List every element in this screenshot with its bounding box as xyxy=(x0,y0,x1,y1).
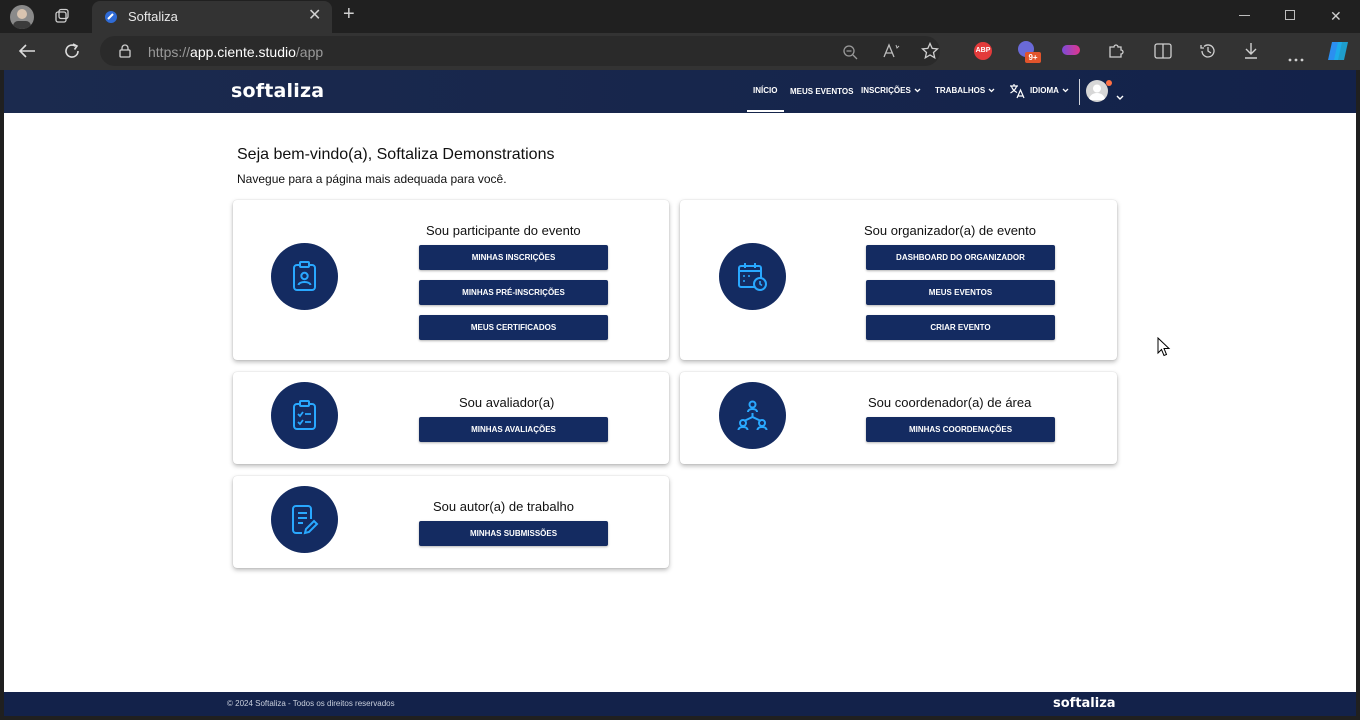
footer-brand-logo: softaliza xyxy=(1053,696,1116,711)
workspaces-icon[interactable] xyxy=(54,8,70,29)
nav-inicio[interactable]: INÍCIO xyxy=(753,86,777,95)
tab-title: Softaliza xyxy=(128,9,178,24)
card-coordenador: Sou coordenador(a) de área MINHAS COORDE… xyxy=(680,372,1117,464)
read-aloud-icon[interactable] xyxy=(883,43,901,64)
card-organizador: Sou organizador(a) de evento DASHBOARD D… xyxy=(680,200,1117,360)
window-close-icon[interactable]: ✕ xyxy=(1330,8,1342,24)
url-host: app.ciente.studio xyxy=(190,44,296,60)
card-organizador-title: Sou organizador(a) de evento xyxy=(864,223,1037,238)
toggle-extension-icon[interactable] xyxy=(1062,45,1080,55)
card-avaliador-title: Sou avaliador(a) xyxy=(459,395,555,410)
downloads-icon[interactable] xyxy=(1243,42,1259,65)
minhas-submissoes-button[interactable]: MINHAS SUBMISSÕES xyxy=(419,521,608,546)
adblock-label: ABP xyxy=(975,47,991,54)
minhas-coordenacoes-button[interactable]: MINHAS COORDENAÇÕES xyxy=(866,417,1055,442)
split-screen-icon[interactable] xyxy=(1154,43,1172,64)
nav-meus-eventos[interactable]: MEUS EVENTOS xyxy=(790,87,853,96)
document-edit-icon xyxy=(271,486,338,553)
nav-inscricoes[interactable]: INSCRIÇÕES xyxy=(861,86,921,95)
app-footer: © 2024 Softaliza - Todos os direitos res… xyxy=(4,692,1356,716)
mouse-cursor-icon xyxy=(1157,336,1171,362)
extension-badge: 9+ xyxy=(1025,52,1041,63)
active-tab[interactable]: Softaliza ✕ xyxy=(92,1,332,33)
chevron-down-icon xyxy=(914,88,921,93)
extension-badge-text: 9+ xyxy=(1028,53,1038,62)
nav-idioma-label: IDIOMA xyxy=(1030,86,1059,95)
brand-logo[interactable]: softaliza xyxy=(231,80,324,102)
favorite-star-icon[interactable] xyxy=(920,41,940,65)
profile-avatar[interactable] xyxy=(10,5,34,29)
welcome-subtitle: Navegue para a página mais adequada para… xyxy=(237,172,507,186)
footer-copyright: © 2024 Softaliza - Todos os direitos res… xyxy=(227,699,395,708)
user-avatar[interactable] xyxy=(1086,80,1108,102)
translate-icon[interactable] xyxy=(1009,83,1025,104)
welcome-title: Seja bem-vindo(a), Softaliza Demonstrati… xyxy=(237,146,555,163)
card-avaliador: Sou avaliador(a) MINHAS AVALIAÇÕES xyxy=(233,372,669,464)
url-text[interactable]: https://app.ciente.studio/app xyxy=(148,44,323,60)
browser-tab-bar: Softaliza ✕ + ✕ xyxy=(0,0,1360,33)
zoom-out-icon[interactable] xyxy=(842,44,858,65)
history-icon[interactable] xyxy=(1199,42,1217,65)
nav-trabalhos-label: TRABALHOS xyxy=(935,86,986,95)
user-menu-chevron-icon[interactable] xyxy=(1116,88,1124,106)
web-page: softaliza INÍCIO MEUS EVENTOS INSCRIÇÕES… xyxy=(4,70,1356,716)
calendar-clock-icon xyxy=(719,243,786,310)
extensions-puzzle-icon[interactable] xyxy=(1107,42,1125,65)
back-icon[interactable] xyxy=(18,43,36,64)
card-participante: Sou participante do evento MINHAS INSCRI… xyxy=(233,200,669,360)
card-participante-title: Sou participante do evento xyxy=(426,223,581,238)
chevron-down-icon xyxy=(1062,88,1069,93)
browser-toolbar: https://app.ciente.studio/app ABP 9+ xyxy=(0,33,1360,70)
minhas-inscricoes-button[interactable]: MINHAS INSCRIÇÕES xyxy=(419,245,608,270)
nav-inscricoes-label: INSCRIÇÕES xyxy=(861,86,911,95)
copilot-icon[interactable] xyxy=(1326,40,1350,67)
nav-idioma[interactable]: IDIOMA xyxy=(1030,86,1069,95)
nav-trabalhos[interactable]: TRABALHOS xyxy=(935,86,995,95)
participant-badge-icon xyxy=(271,243,338,310)
address-bar[interactable]: https://app.ciente.studio/app xyxy=(100,36,940,66)
restore-icon[interactable] xyxy=(1285,10,1295,20)
card-coordenador-title: Sou coordenador(a) de área xyxy=(868,395,1032,410)
header-divider xyxy=(1079,79,1080,105)
card-autor-title: Sou autor(a) de trabalho xyxy=(433,499,574,514)
new-tab-button[interactable]: + xyxy=(343,4,355,24)
hierarchy-people-icon xyxy=(719,382,786,449)
minhas-pre-inscricoes-button[interactable]: MINHAS PRÉ-INSCRIÇÕES xyxy=(419,280,608,305)
meus-eventos-button[interactable]: MEUS EVENTOS xyxy=(866,280,1055,305)
nav-active-indicator xyxy=(747,110,784,112)
meus-certificados-button[interactable]: MEUS CERTIFICADOS xyxy=(419,315,608,340)
app-header: softaliza INÍCIO MEUS EVENTOS INSCRIÇÕES… xyxy=(4,70,1356,113)
lock-icon[interactable] xyxy=(119,44,131,63)
dashboard-organizador-button[interactable]: DASHBOARD DO ORGANIZADOR xyxy=(866,245,1055,270)
refresh-icon[interactable] xyxy=(63,42,81,65)
clipboard-check-icon xyxy=(271,382,338,449)
url-path: /app xyxy=(295,44,324,60)
url-prefix: https:// xyxy=(148,44,191,60)
card-autor: Sou autor(a) de trabalho MINHAS SUBMISSÕ… xyxy=(233,476,669,568)
tab-favicon-icon xyxy=(104,10,118,29)
chevron-down-icon xyxy=(988,88,995,93)
more-menu-icon[interactable] xyxy=(1288,49,1304,67)
adblock-icon[interactable]: ABP xyxy=(974,42,992,60)
minimize-icon[interactable] xyxy=(1239,15,1250,16)
notification-dot xyxy=(1106,80,1112,86)
criar-evento-button[interactable]: CRIAR EVENTO xyxy=(866,315,1055,340)
tab-close-icon[interactable]: ✕ xyxy=(308,8,321,24)
minhas-avaliacoes-button[interactable]: MINHAS AVALIAÇÕES xyxy=(419,417,608,442)
